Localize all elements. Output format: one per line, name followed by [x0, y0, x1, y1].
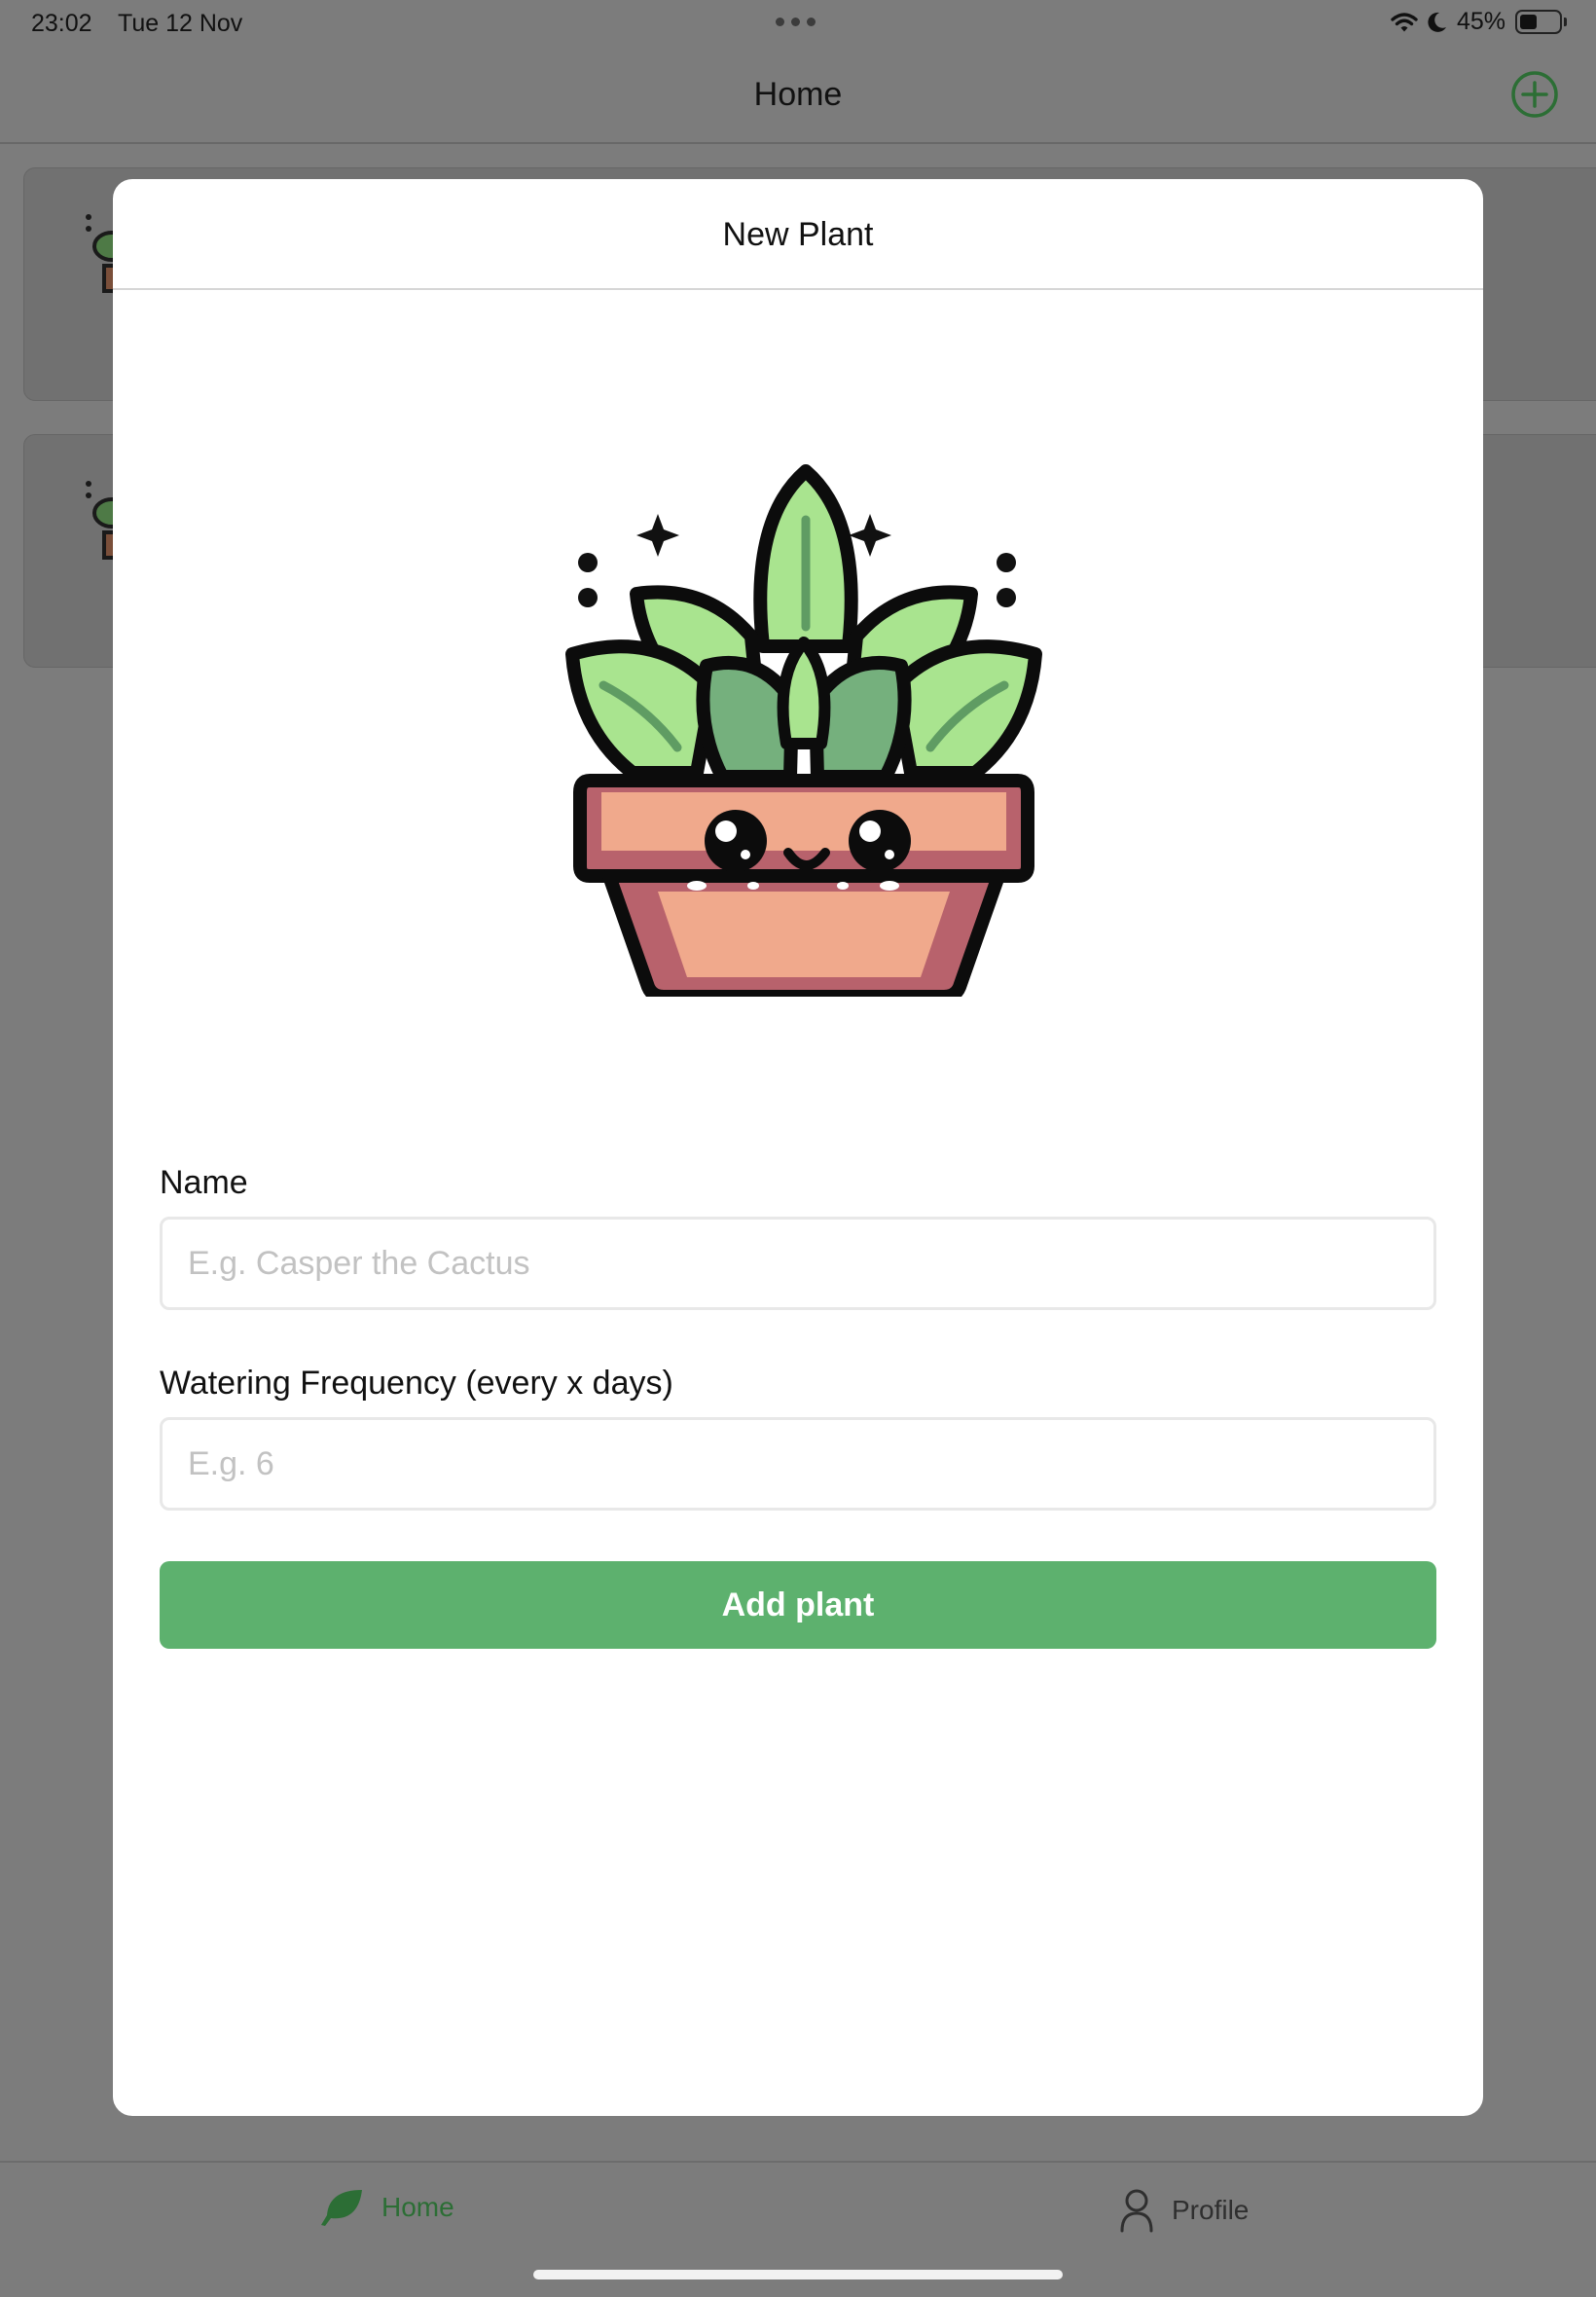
status-indicators: 45% [1391, 8, 1567, 36]
screen: 23:02 Tue 12 Nov 45% Home New Plant Name… [0, 0, 1596, 2297]
tab-profile[interactable]: Profile [1119, 2188, 1249, 2233]
battery-level [1520, 15, 1537, 29]
nav-bar: Home [0, 47, 1596, 144]
battery-icon [1515, 10, 1562, 34]
wifi-icon [1391, 12, 1418, 31]
status-time: 23:02 [31, 10, 92, 37]
multitasking-dots-icon[interactable] [776, 18, 816, 26]
add-plant-button[interactable]: Add plant [160, 1561, 1436, 1649]
sheet-title: New Plant [722, 216, 874, 253]
watering-frequency-input[interactable] [160, 1417, 1436, 1511]
name-label: Name [160, 1164, 248, 1201]
plus-circle-icon[interactable] [1510, 70, 1559, 119]
leaf-icon [321, 2190, 362, 2226]
battery-percent: 45% [1456, 8, 1505, 35]
status-bar: 23:02 Tue 12 Nov 45% [0, 0, 1596, 47]
person-icon [1120, 2189, 1153, 2233]
battery-cap [1564, 18, 1567, 26]
home-indicator[interactable] [533, 2270, 1063, 2279]
tab-profile-label: Profile [1172, 2195, 1250, 2225]
nav-title: Home [753, 76, 843, 113]
moon-icon [1428, 12, 1446, 32]
tab-home[interactable]: Home [319, 2188, 454, 2227]
sheet-header: New Plant [113, 179, 1483, 290]
name-input[interactable] [160, 1217, 1436, 1310]
new-plant-sheet: New Plant Name E.g. Casper the Cactus Wa… [113, 179, 1483, 2116]
watering-frequency-label: Watering Frequency (every x days) [160, 1365, 673, 1402]
status-date: Tue 12 Nov [118, 10, 243, 37]
potted-plant-illustration [565, 464, 1042, 997]
tab-home-label: Home [381, 2192, 454, 2222]
